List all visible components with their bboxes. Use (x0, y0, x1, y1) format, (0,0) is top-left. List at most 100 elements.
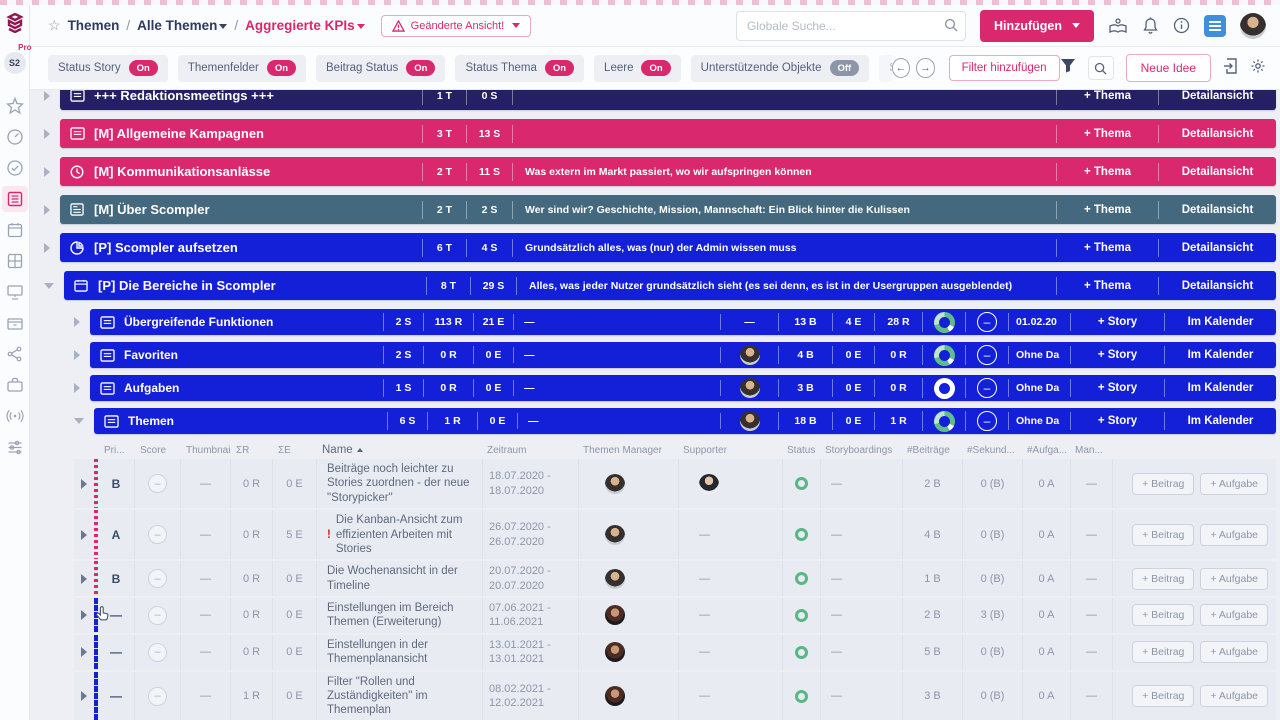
filter-chip[interactable]: Themenfelder On (177, 54, 307, 82)
table-row[interactable]: — – — 0 R 0 E Einstellungen in der Theme… (74, 634, 1276, 670)
star-icon[interactable] (2, 93, 28, 119)
cell-story-name[interactable]: Die Wochenansicht in der Timeline (316, 561, 482, 596)
add-button[interactable]: Hinzufügen (979, 9, 1094, 42)
add-beitrag-button[interactable]: + Beitrag (1132, 604, 1195, 627)
table-row[interactable]: — – — 1 R 0 E Filter "Rollen und Zuständ… (74, 671, 1276, 720)
table-search-icon[interactable] (1087, 56, 1114, 80)
expand-arrow-icon[interactable] (74, 561, 94, 596)
im-kalender-button[interactable]: Im Kalender (1164, 379, 1276, 397)
add-story-button[interactable]: + Story (1070, 412, 1164, 430)
minus-status-icon[interactable]: – (965, 312, 1008, 332)
column-header[interactable]: #Sekund... (962, 445, 1022, 456)
workspace-badge[interactable]: S2 Pro (3, 43, 32, 74)
expand-arrow-icon[interactable] (74, 510, 94, 559)
add-aufgabe-button[interactable]: + Aufgabe (1200, 567, 1268, 590)
filter-chip[interactable]: Unterstützende Objekte Off (690, 54, 870, 82)
cell-story-name[interactable]: Einstellungen in der Themenplanansicht (316, 634, 482, 670)
theme-bar[interactable]: +++ Redaktionsmeetings +++ 1 T 0 S + The… (60, 90, 1276, 110)
cell-story-name[interactable]: Filter "Rollen und Zuständigkeiten" im T… (316, 671, 482, 720)
grid-icon[interactable] (2, 248, 28, 274)
cell-story-name[interactable]: Beiträge noch leichter zu Stories zuordn… (316, 459, 482, 509)
add-aufgabe-button[interactable]: + Aufgabe (1200, 523, 1268, 546)
table-row[interactable]: — – — 0 R 0 E Einstellungen im Bereich T… (74, 598, 1276, 633)
add-aufgabe-button[interactable]: + Aufgabe (1200, 472, 1268, 495)
add-story-button[interactable]: + Story (1070, 313, 1164, 331)
table-row[interactable]: B – — 0 R 0 E Die Wochenansicht in der T… (74, 561, 1276, 596)
column-header[interactable]: #Beiträge (902, 445, 962, 456)
calendar-icon[interactable] (2, 217, 28, 243)
minus-status-icon[interactable]: – (965, 345, 1008, 365)
expand-arrow-icon[interactable] (74, 672, 94, 720)
story-group-bar[interactable]: Aufgaben 1 S 0 R 0 E — 3 B 0 E 0 R – Ohn… (90, 375, 1276, 401)
sliders-icon[interactable] (2, 434, 28, 460)
gauge-icon[interactable] (2, 124, 28, 150)
im-kalender-button[interactable]: Im Kalender (1164, 313, 1276, 331)
expand-arrow-icon[interactable] (74, 350, 80, 360)
handbook-icon[interactable] (1108, 17, 1128, 35)
im-kalender-button[interactable]: Im Kalender (1164, 346, 1276, 364)
briefcase-icon[interactable] (2, 372, 28, 398)
column-header[interactable]: ΣE (273, 445, 317, 456)
story-group-bar[interactable]: Favoriten 2 S 0 R 0 E — 4 B 0 E 0 R – Oh… (90, 342, 1276, 368)
theme-bar[interactable]: [P] Die Bereiche in Scompler 8 T 29 S Al… (64, 271, 1276, 300)
minus-status-icon[interactable]: – (965, 378, 1008, 398)
favorite-star-icon[interactable]: ☆ (48, 17, 61, 34)
expand-arrow-icon[interactable] (44, 204, 50, 215)
expand-arrow-icon[interactable] (74, 317, 80, 327)
im-kalender-button[interactable]: Im Kalender (1164, 412, 1276, 430)
scompler-logo-icon[interactable] (5, 12, 24, 38)
minus-status-icon[interactable]: – (965, 411, 1008, 431)
add-aufgabe-button[interactable]: + Aufgabe (1200, 685, 1268, 708)
expand-arrow-icon[interactable] (74, 383, 80, 393)
add-thema-button[interactable]: + Thema (1056, 238, 1158, 257)
theme-bar[interactable]: [M] Allgemeine Kampagnen 3 T 13 S + Them… (60, 119, 1276, 148)
column-header[interactable]: Storyboardings (820, 445, 902, 456)
add-aufgabe-button[interactable]: + Aufgabe (1200, 641, 1268, 664)
column-header[interactable]: Name (317, 440, 482, 460)
filter-chip[interactable]: Story Verantw (879, 54, 892, 82)
export-icon[interactable] (1223, 57, 1238, 79)
column-header[interactable]: Themen Manager (578, 445, 678, 456)
detailansicht-button[interactable]: Detailansicht (1158, 200, 1276, 219)
breadcrumb-kpi-select[interactable]: Aggregierte KPIs (245, 18, 365, 33)
expand-arrow-icon[interactable] (74, 598, 94, 633)
detailansicht-button[interactable]: Detailansicht (1158, 124, 1276, 143)
expand-arrow-icon[interactable] (44, 90, 50, 101)
detailansicht-button[interactable]: Detailansicht (1158, 90, 1276, 105)
add-story-button[interactable]: + Story (1070, 346, 1164, 364)
theme-bar[interactable]: [P] Scompler aufsetzen 6 T 4 S Grundsätz… (60, 233, 1276, 262)
add-thema-button[interactable]: + Thema (1056, 200, 1158, 219)
column-header[interactable]: #Aufga... (1022, 445, 1070, 456)
broadcast-icon[interactable] (2, 403, 28, 429)
filter-chip[interactable]: Status Story On (48, 54, 168, 82)
expand-arrow-icon[interactable] (44, 128, 50, 139)
filter-funnel-icon[interactable] (1060, 58, 1076, 78)
table-row[interactable]: B – — 0 R 0 E Beiträge noch leichter zu … (74, 459, 1276, 509)
column-header[interactable]: Supporter (678, 445, 782, 456)
cell-story-name[interactable]: Einstellungen im Bereich Themen (Erweite… (316, 598, 482, 633)
new-idea-button[interactable]: Neue Idee (1125, 54, 1211, 82)
filter-chip[interactable]: Status Thema On (455, 54, 585, 82)
add-beitrag-button[interactable]: + Beitrag (1132, 685, 1195, 708)
expand-arrow-icon[interactable] (44, 242, 50, 253)
add-thema-button[interactable]: + Thema (1056, 90, 1158, 105)
presentation-icon[interactable] (2, 279, 28, 305)
add-thema-button[interactable]: + Thema (1056, 276, 1158, 295)
network-icon[interactable] (2, 341, 28, 367)
user-avatar[interactable] (1240, 12, 1266, 39)
bell-icon[interactable] (1142, 16, 1159, 35)
detailansicht-button[interactable]: Detailansicht (1158, 238, 1276, 257)
content-plan-icon[interactable] (1, 186, 28, 212)
check-circle-icon[interactable] (2, 155, 28, 181)
add-beitrag-button[interactable]: + Beitrag (1132, 472, 1195, 495)
add-filter-button[interactable]: Filter hinzufügen (948, 55, 1060, 81)
column-header[interactable]: Score (135, 445, 181, 456)
changed-view-button[interactable]: Geänderte Ansicht! (380, 14, 532, 37)
breadcrumb-view-select[interactable]: Alle Themen (137, 18, 228, 33)
theme-bar[interactable]: [M] Über Scompler 2 T 2 S Wer sind wir? … (60, 195, 1276, 224)
story-group-bar[interactable]: Übergreifende Funktionen 2 S 113 R 21 E … (90, 309, 1276, 335)
add-aufgabe-button[interactable]: + Aufgabe (1200, 604, 1268, 627)
column-header[interactable]: Man... (1070, 445, 1112, 456)
filter-chip[interactable]: Leere On (594, 54, 681, 82)
collapse-arrow-icon[interactable] (74, 418, 84, 424)
